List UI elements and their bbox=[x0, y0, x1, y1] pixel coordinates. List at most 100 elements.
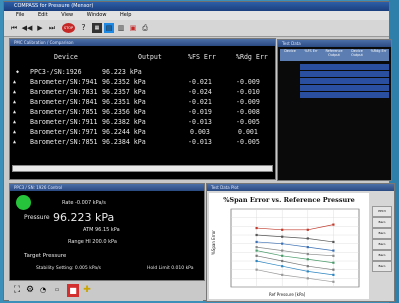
jog-icon[interactable]: ✚ bbox=[81, 284, 93, 297]
report-icon[interactable]: ▣ bbox=[128, 23, 138, 33]
legend-item[interactable]: Baro bbox=[372, 261, 392, 272]
menu-file[interactable]: File bbox=[16, 11, 24, 20]
data-point bbox=[281, 273, 284, 276]
data-row[interactable]: ▲ Barometer/SN:7851 96.2384 kPa -0.013 -… bbox=[10, 137, 275, 148]
measure-icon[interactable]: ◔ bbox=[37, 284, 49, 297]
stability-setting: Stability Setting: 0.005 kPa/s bbox=[36, 266, 101, 271]
chart-icon[interactable]: ▤ bbox=[104, 23, 114, 33]
rate-readout: Rate -0.007 kPa/s bbox=[62, 200, 106, 206]
data-point bbox=[306, 228, 309, 231]
data-point bbox=[332, 268, 335, 271]
data-point bbox=[281, 265, 284, 268]
menu-window[interactable]: Window bbox=[87, 11, 107, 20]
chart-svg bbox=[230, 208, 360, 288]
data-window-title: PMC Calibration / Comparison bbox=[10, 39, 275, 46]
settings-icon[interactable]: ▭ bbox=[50, 284, 64, 297]
bottom-toolbar: ⛶ ⚙ ◔ ▭ ■ ✚ bbox=[9, 281, 203, 301]
table-header-ref-output: Reference Output bbox=[325, 49, 343, 57]
stop-button[interactable]: STOP bbox=[62, 23, 75, 33]
table-header-fs-err: %FS Err bbox=[304, 49, 318, 53]
data-point bbox=[332, 254, 335, 257]
data-point bbox=[281, 228, 284, 231]
control-icon[interactable]: ⚙ bbox=[24, 284, 36, 297]
legend-item[interactable]: PPC3 bbox=[372, 206, 392, 217]
pressure-window: PPC3 / SN: 1926 Control Rate -0.007 kPa/… bbox=[9, 183, 205, 281]
table-header-rdg-err: %Rdg Err bbox=[370, 49, 387, 53]
table-window: Test Data Device %FS Err Reference Outpu… bbox=[277, 39, 392, 181]
table-header-device-output: Device Output bbox=[351, 49, 363, 57]
data-header-row: Device Output %FS Err %Rdg Err bbox=[10, 52, 275, 63]
chart-y-label: %Span Error bbox=[211, 230, 216, 255]
header-output: Output bbox=[138, 53, 162, 61]
table-icon[interactable]: ▥ bbox=[116, 23, 126, 33]
horizontal-scrollbar[interactable] bbox=[12, 165, 273, 172]
data-point bbox=[306, 265, 309, 268]
table-row[interactable] bbox=[280, 78, 389, 84]
chart-area: %Span Error vs. Reference Pressure %Span… bbox=[209, 193, 369, 299]
data-point bbox=[306, 246, 309, 249]
target-pressure-label: Target Pressure bbox=[24, 253, 67, 259]
data-point bbox=[281, 259, 284, 263]
header-fs-err: %FS Err bbox=[188, 53, 216, 61]
menu-bar: File Edit View Window Help bbox=[4, 11, 389, 20]
abort-icon[interactable]: ■ bbox=[67, 284, 79, 297]
data-point bbox=[255, 254, 258, 257]
help-icon[interactable]: ? bbox=[78, 23, 89, 33]
data-point bbox=[332, 273, 335, 276]
next-icon[interactable]: ▶ bbox=[35, 23, 45, 33]
data-point bbox=[281, 242, 284, 245]
data-point bbox=[281, 249, 284, 252]
menu-view[interactable]: View bbox=[61, 11, 73, 20]
data-point bbox=[332, 249, 335, 252]
data-point bbox=[306, 237, 309, 240]
legend-item[interactable]: Baro bbox=[372, 250, 392, 261]
data-window: PMC Calibration / Comparison Device Outp… bbox=[9, 38, 276, 180]
data-point bbox=[255, 226, 258, 230]
atm-readout: ATM 96.15 kPa bbox=[83, 227, 120, 233]
data-point bbox=[255, 249, 258, 252]
menu-help[interactable]: Help bbox=[120, 11, 131, 20]
data-point bbox=[306, 252, 309, 256]
chart-window: Test Data Plot %Span Error vs. Reference… bbox=[206, 183, 395, 302]
status-indicator bbox=[16, 195, 31, 210]
data-point bbox=[255, 246, 258, 249]
range-readout: Range HI 200.0 kPa bbox=[68, 239, 117, 245]
menu-edit[interactable]: Edit bbox=[38, 11, 48, 20]
table-header-device: Device bbox=[284, 49, 296, 53]
table-row[interactable] bbox=[280, 71, 389, 77]
data-point bbox=[281, 235, 284, 238]
data-point bbox=[255, 240, 258, 244]
app-title: COMPASS for Pressure (Mensor) bbox=[4, 2, 389, 11]
pressure-window-title: PPC3 / SN: 1926 Control bbox=[10, 184, 204, 191]
data-point bbox=[255, 233, 258, 237]
pressure-label: Pressure bbox=[24, 214, 50, 221]
print-icon[interactable]: ⎙ bbox=[140, 23, 150, 33]
hold-limit: Hold Limit 0.010 kPa bbox=[147, 266, 194, 271]
data-point bbox=[332, 223, 335, 226]
data-point bbox=[306, 258, 309, 261]
data-point bbox=[306, 277, 309, 280]
table-window-title: Test Data bbox=[278, 40, 391, 47]
previous-icon[interactable]: ◀◀ bbox=[21, 23, 33, 33]
legend-item[interactable]: Baro bbox=[372, 217, 392, 228]
data-point bbox=[281, 254, 284, 257]
last-icon[interactable]: ⏭ bbox=[46, 23, 58, 33]
table-row[interactable] bbox=[280, 92, 389, 98]
device-marker-icon: ▲ bbox=[13, 139, 17, 145]
data-point bbox=[332, 261, 335, 264]
table-row[interactable] bbox=[280, 64, 389, 70]
first-icon[interactable]: ⏮ bbox=[8, 23, 20, 33]
data-point bbox=[255, 268, 258, 271]
table-header: Device %FS Err Reference Output Device O… bbox=[280, 49, 389, 61]
chart-window-title: Test Data Plot bbox=[207, 184, 394, 191]
vent-icon[interactable]: ⛶ bbox=[11, 284, 23, 297]
legend-item[interactable]: Baro bbox=[372, 239, 392, 250]
device-icon[interactable]: ▦ bbox=[92, 23, 102, 33]
header-rdg-err: %Rdg Err bbox=[236, 53, 268, 61]
plot-frame bbox=[230, 208, 360, 288]
data-point bbox=[255, 259, 258, 263]
table-row[interactable] bbox=[280, 85, 389, 91]
header-device: Device bbox=[54, 53, 78, 61]
legend-item[interactable]: Baro bbox=[372, 228, 392, 239]
pressure-value: 96.223 kPa bbox=[53, 211, 115, 224]
